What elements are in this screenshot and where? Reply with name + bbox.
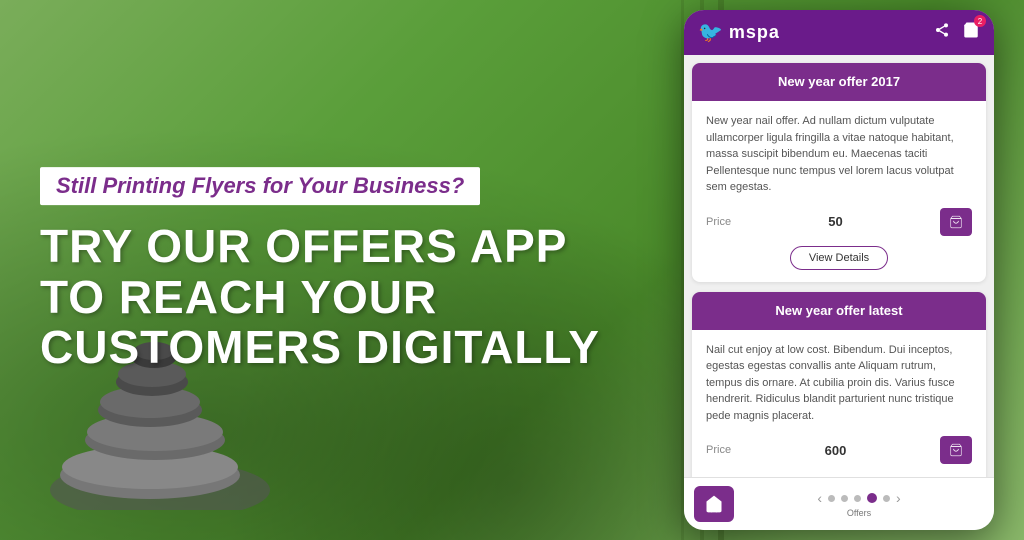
nav-dot-5[interactable] (883, 495, 890, 502)
headline-line2: CUSTOMERS DIGITALLY (40, 322, 620, 373)
share-icon[interactable] (934, 22, 950, 43)
offer-1-price-value: 50 (731, 214, 940, 229)
nav-prev-arrow[interactable]: ‹ (817, 490, 822, 506)
offer-1-view-details-button[interactable]: View Details (790, 246, 888, 270)
offer-card-2: New year offer latest Nail cut enjoy at … (692, 292, 986, 478)
offer-2-header: New year offer latest (692, 292, 986, 330)
offer-2-description: Nail cut enjoy at low cost. Bibendum. Du… (706, 342, 972, 425)
nav-next-arrow[interactable]: › (896, 490, 901, 506)
offer-2-price-label: Price (706, 444, 731, 456)
offer-1-body: New year nail offer. Ad nullam dictum vu… (692, 101, 986, 282)
phone-logo: 🐦 mspa (698, 20, 780, 45)
left-content-area: Still Printing Flyers for Your Business?… (40, 167, 620, 373)
offer-2-price-row: Price 600 (706, 436, 972, 464)
header-icons: 2 (934, 21, 980, 44)
nav-dot-2[interactable] (841, 495, 848, 502)
phone-bottom-nav: ‹ › Offers (684, 477, 994, 530)
nav-pagination-area: ‹ › Offers (734, 490, 984, 518)
nav-dot-3[interactable] (854, 495, 861, 502)
nav-section-label: Offers (847, 508, 871, 518)
nav-dot-4-active[interactable] (867, 493, 877, 503)
offer-1-add-to-cart-button[interactable] (940, 208, 972, 236)
nav-dot-1[interactable] (828, 495, 835, 502)
phone-header: 🐦 mspa 2 (684, 10, 994, 55)
offer-1-price-row: Price 50 (706, 208, 972, 236)
cart-badge-number: 2 (974, 15, 986, 27)
offer-1-description: New year nail offer. Ad nullam dictum vu… (706, 113, 972, 196)
phone-mockup: 🐦 mspa 2 New year offer 20 (684, 10, 994, 530)
main-headline: TRY OUR OFFERS APP TO REACH YOUR CUSTOME… (40, 221, 620, 373)
nav-dots-row: ‹ › (817, 490, 900, 506)
tagline-box: Still Printing Flyers for Your Business? (40, 167, 480, 205)
tagline-text: Still Printing Flyers for Your Business? (56, 173, 464, 198)
headline-line1: TRY OUR OFFERS APP TO REACH YOUR (40, 221, 620, 322)
offer-2-add-to-cart-button[interactable] (940, 436, 972, 464)
offer-2-title: New year offer latest (775, 303, 902, 318)
offer-1-title: New year offer 2017 (778, 74, 900, 89)
offer-1-header: New year offer 2017 (692, 63, 986, 101)
logo-bird-icon: 🐦 (698, 20, 723, 45)
offer-1-price-label: Price (706, 216, 731, 228)
offer-2-body: Nail cut enjoy at low cost. Bibendum. Du… (692, 330, 986, 478)
cart-icon-badge[interactable]: 2 (962, 21, 980, 44)
phone-content-scroll[interactable]: New year offer 2017 New year nail offer.… (684, 55, 994, 477)
home-nav-button[interactable] (694, 486, 734, 522)
offer-2-price-value: 600 (731, 443, 940, 458)
logo-text: mspa (729, 22, 780, 43)
offer-card-1: New year offer 2017 New year nail offer.… (692, 63, 986, 282)
